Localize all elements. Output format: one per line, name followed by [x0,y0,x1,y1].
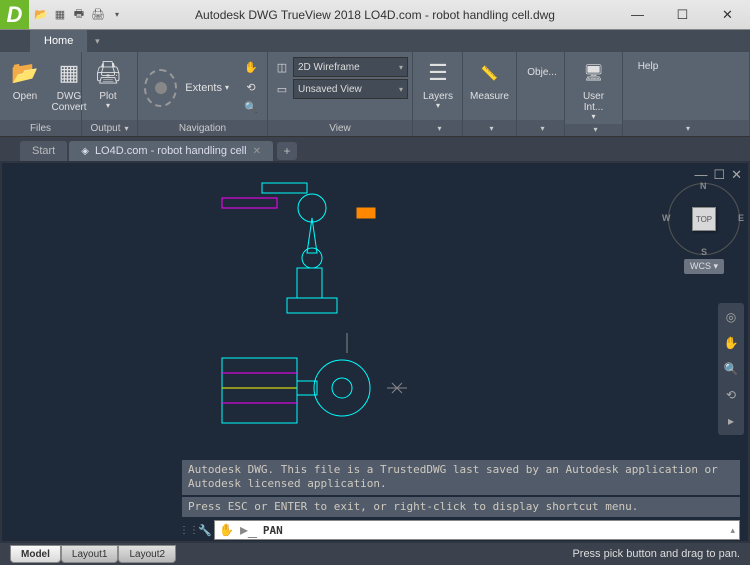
nav-zoom-icon[interactable]: 🔍 [721,359,741,379]
orbit-icon[interactable]: ⟲ [241,79,261,97]
window-title: Autodesk DWG TrueView 2018 LO4D.com - ro… [195,8,555,22]
qat-print-icon[interactable]: 🖨 [90,7,106,23]
panel-objects: Obje... [517,52,565,136]
qat-dropdown-icon[interactable]: ▾ [109,7,125,23]
close-button[interactable]: ✕ [705,0,750,30]
qat-sheets-icon[interactable]: ▦ [52,7,68,23]
ribbon: 📂 Open ▦ DWG Convert Files 🖨 Plot▾ Outpu… [0,52,750,137]
zoom-icon[interactable]: 🔍 [241,99,261,117]
status-text: Press pick button and drag to pan. [572,548,740,560]
measure-button[interactable]: 📏 Measure [467,55,512,104]
console-log-line: Autodesk DWG. This file is a TrustedDWG … [182,460,740,495]
status-bar: Model Layout1 Layout2 Press pick button … [0,543,750,565]
panel-measure: 📏 Measure [463,52,517,136]
panel-layers: ☰ Layers▾ [413,52,463,136]
named-view-icon: ▭ [274,81,290,97]
command-history-icon[interactable]: ▴ [730,525,735,536]
add-tab-button[interactable]: + [277,142,297,160]
command-text: PAN [263,524,283,537]
drawing-viewport[interactable]: — ☐ ✕ N S W E TOP WCS ▾ ◎ ✋ 🔍 ⟲ ▸ [2,163,748,541]
drawing-content [202,173,462,453]
ribbon-tab-strip: Home ▾ [0,30,750,52]
pan-cursor-icon: ✋ [219,523,234,537]
printer-icon: 🖨 [92,57,124,89]
document-tab-strip: Start ◈ LO4D.com - robot handling cell ✕… [0,137,750,161]
steering-wheel-icon[interactable] [144,69,177,107]
layout-tab-layout1[interactable]: Layout1 [61,545,119,563]
ribbon-tab-home[interactable]: Home [30,30,87,52]
nav-pan-icon[interactable]: ✋ [721,333,741,353]
panel-title-layers[interactable] [413,120,462,136]
plot-button[interactable]: 🖨 Plot▾ [86,55,130,113]
panel-title-objects[interactable] [517,120,564,136]
close-tab-icon[interactable]: ✕ [253,146,261,157]
maximize-button[interactable]: ☐ [660,0,705,30]
measure-icon: 📏 [474,57,506,89]
minimize-button[interactable]: — [615,0,660,30]
pan-icon[interactable]: ✋ [241,59,261,77]
open-button[interactable]: 📂 Open [4,55,46,104]
command-line-input[interactable]: ✋ ▸_ PAN ▴ [214,520,740,540]
wcs-badge[interactable]: WCS ▾ [684,259,724,274]
panel-navigation: Extents ✋ ⟲ 🔍 Navigation [138,52,268,136]
nav-showmotion-icon[interactable]: ▸ [721,411,741,431]
panel-title-ui[interactable] [565,124,622,136]
drawing-icon: ◈ [81,146,89,157]
layout-tab-layout2[interactable]: Layout2 [118,545,176,563]
help-button[interactable]: Help [627,55,669,74]
viewcube-area: N S W E TOP WCS ▾ [668,183,740,274]
ui-icon: 🖥 [578,57,610,89]
panel-help: Help [623,52,750,136]
viewcube-face[interactable]: TOP [692,207,716,231]
doc-tab-start[interactable]: Start [20,141,67,161]
layout-tab-model[interactable]: Model [10,545,61,563]
visual-style-icon: ◫ [274,59,290,75]
qat-open-icon[interactable]: 📂 [33,7,49,23]
extents-button[interactable]: Extents [181,80,233,96]
layers-button[interactable]: ☰ Layers▾ [417,55,459,113]
title-bar: D 📂 ▦ 🖶 🖨 ▾ Autodesk DWG TrueView 2018 L… [0,0,750,30]
nav-wheel-icon[interactable]: ◎ [721,307,741,327]
console-grip-icon[interactable]: ⋮⋮ [182,525,196,536]
panel-output: 🖨 Plot▾ Output [82,52,138,136]
layout-tabs: Model Layout1 Layout2 [10,545,176,563]
nav-orbit-icon[interactable]: ⟲ [721,385,741,405]
viewport-maximize-icon[interactable]: ☐ [713,167,725,183]
panel-view: ◫ 2D Wireframe ▭ Unsaved View View [268,52,413,136]
folder-open-icon: 📂 [9,57,41,89]
window-controls: — ☐ ✕ [615,0,750,30]
navigation-bar: ◎ ✋ 🔍 ⟲ ▸ [718,303,744,435]
console-log-line: Press ESC or ENTER to exit, or right-cli… [182,497,740,517]
panel-title-help[interactable] [623,120,749,136]
console-settings-icon[interactable]: 🔧 [196,524,214,537]
doc-tab-drawing[interactable]: ◈ LO4D.com - robot handling cell ✕ [69,141,273,161]
panel-title-files: Files [0,120,81,136]
objects-button[interactable]: Obje... [521,55,563,80]
command-console: Autodesk DWG. This file is a TrustedDWG … [182,460,740,541]
quick-access-toolbar: 📂 ▦ 🖶 🖨 ▾ [33,7,125,23]
viewcube[interactable]: N S W E TOP [668,183,740,255]
panel-title-navigation: Navigation [138,120,267,136]
user-interface-button[interactable]: 🖥 User Int...▾ [569,55,618,124]
named-view-combo[interactable]: Unsaved View [293,79,408,99]
app-logo[interactable]: D [0,0,29,29]
panel-files: 📂 Open ▦ DWG Convert Files [0,52,82,136]
panel-title-view: View [268,120,412,136]
convert-icon: ▦ [53,57,85,89]
panel-ui: 🖥 User Int...▾ [565,52,623,136]
visual-style-combo[interactable]: 2D Wireframe [293,57,408,77]
viewport-close-icon[interactable]: ✕ [731,167,742,183]
qat-plot-icon[interactable]: 🖶 [71,7,87,23]
panel-title-measure[interactable] [463,120,516,136]
panel-title-output[interactable]: Output [82,120,137,136]
layers-icon: ☰ [422,57,454,89]
ribbon-tab-dropdown-icon[interactable]: ▾ [87,30,107,52]
